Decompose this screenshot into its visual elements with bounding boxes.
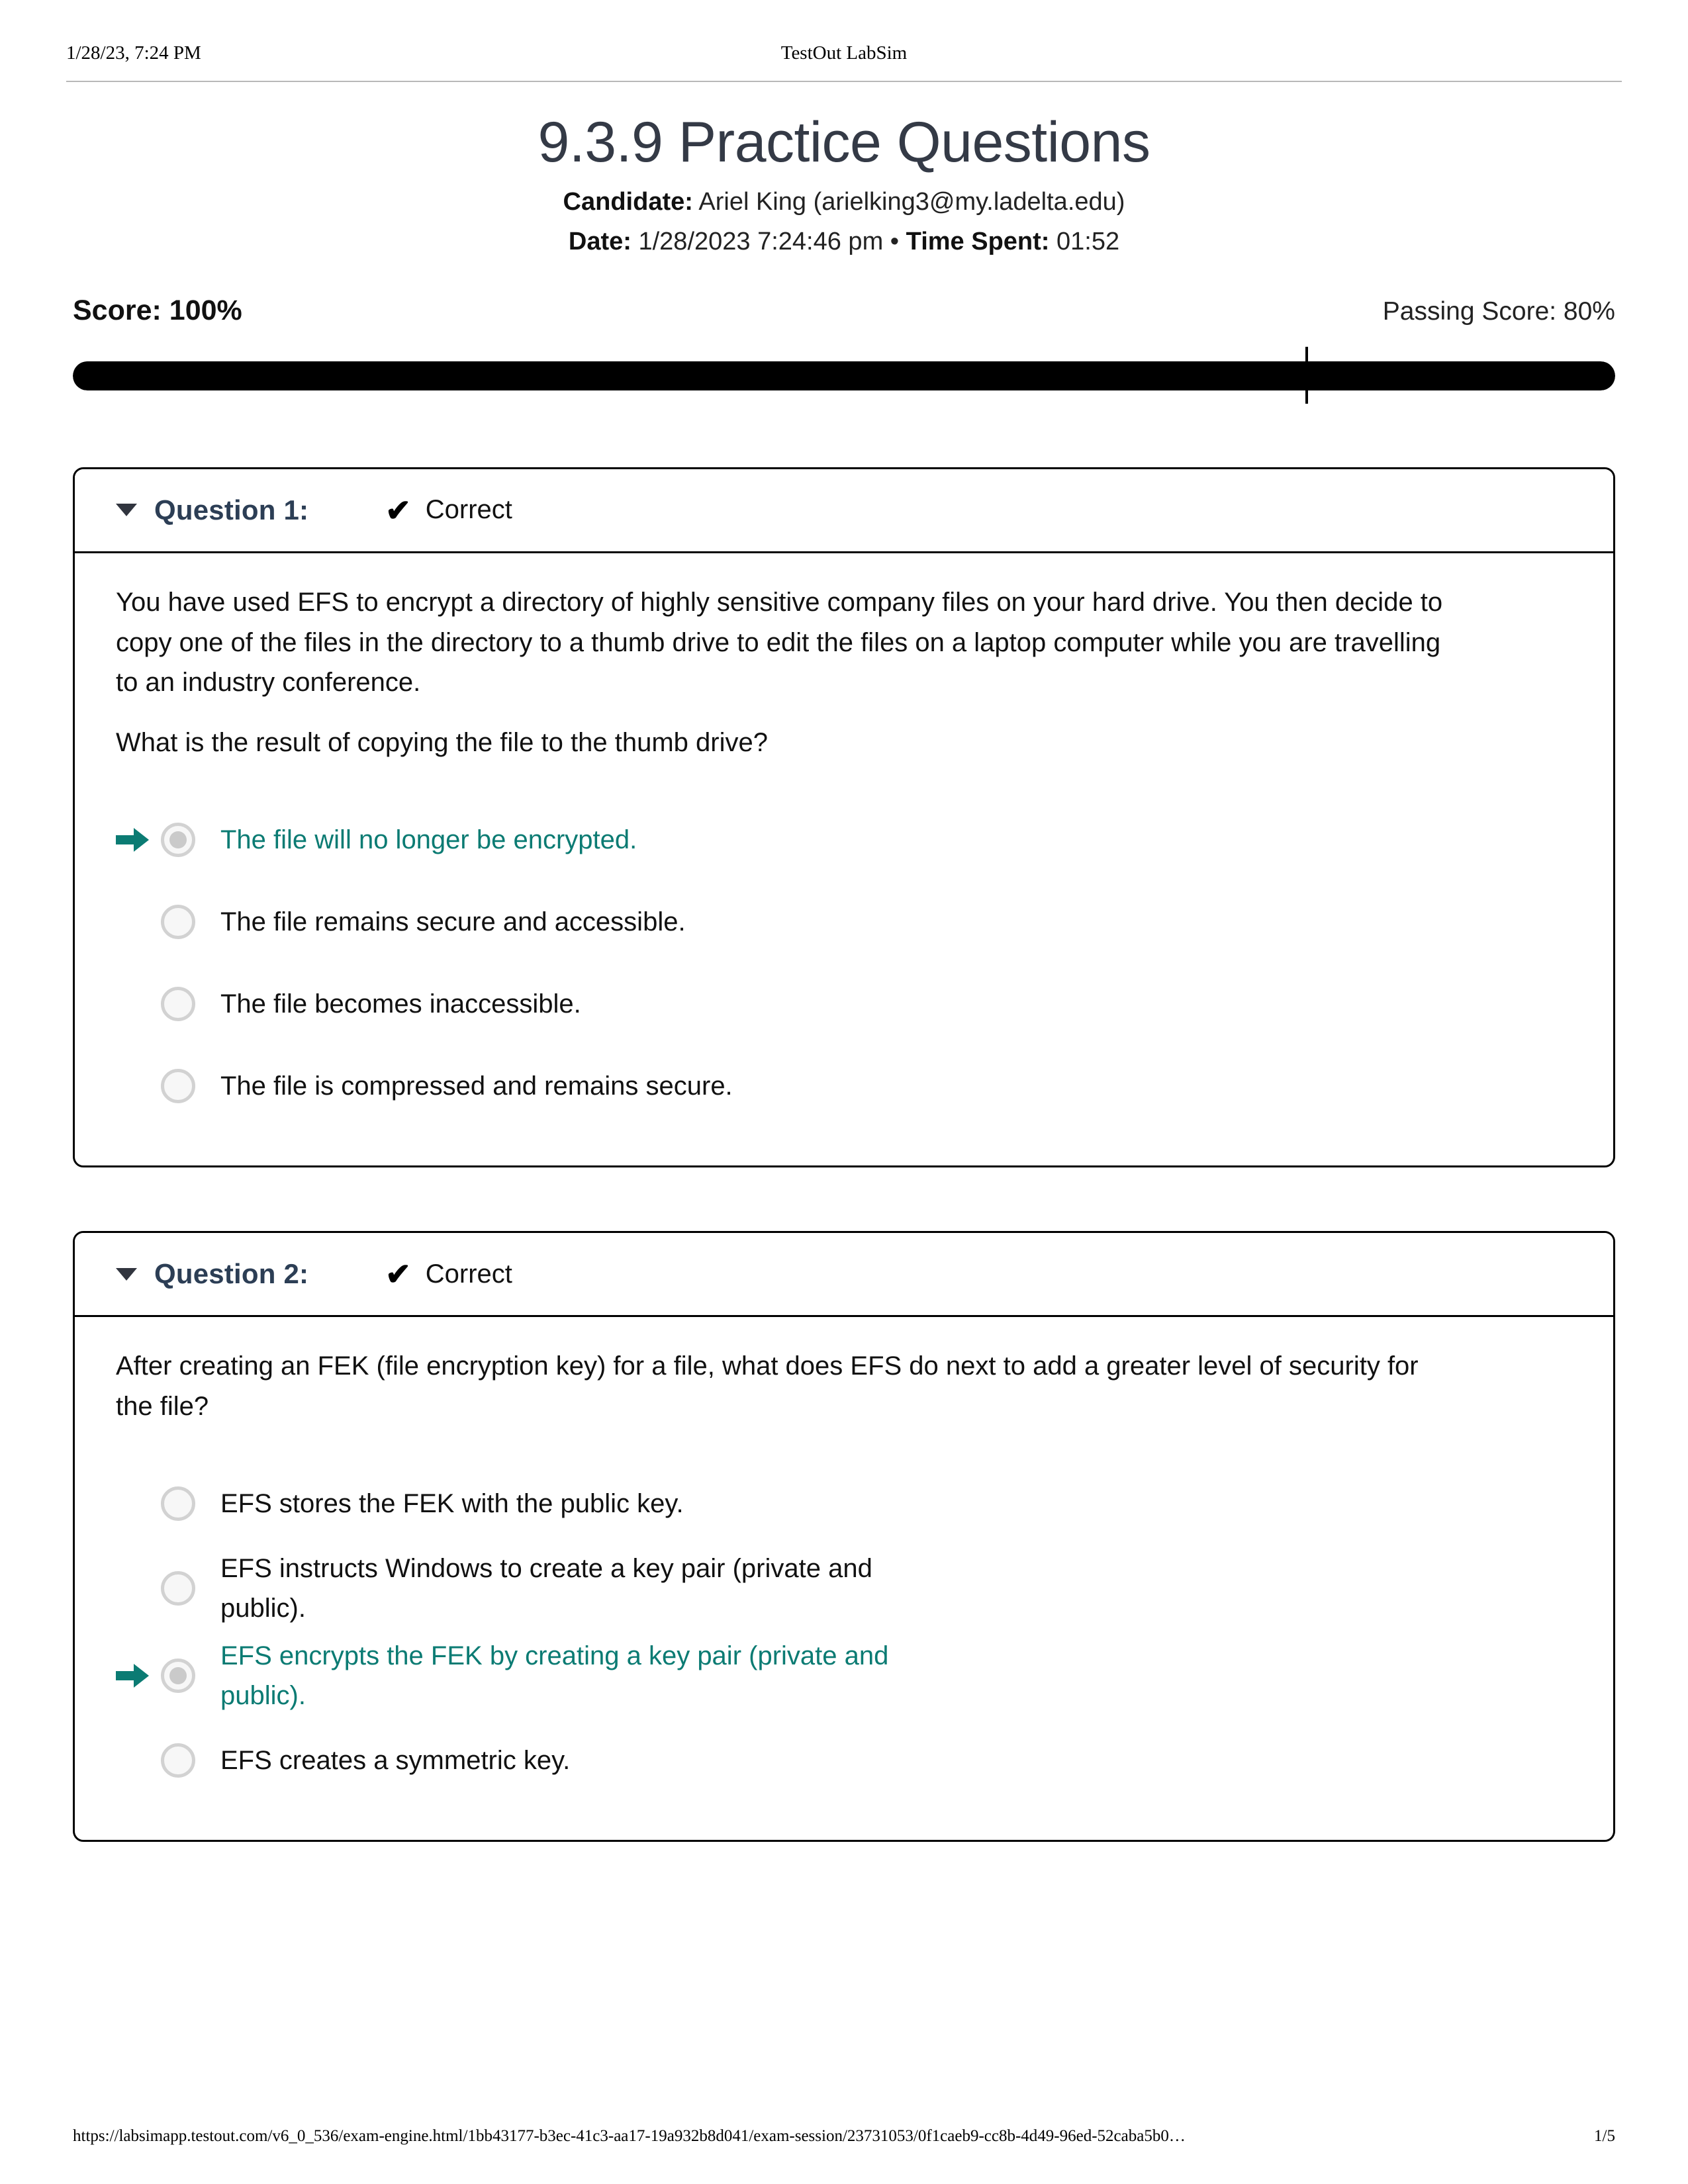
answer-option-label: EFS creates a symmetric key. [220,1745,571,1775]
meta-separator: • [890,227,900,255]
check-icon: ✔ [385,492,411,527]
radio-button[interactable] [161,1743,195,1778]
answer-option[interactable]: EFS stores the FEK with the public key. [116,1463,1572,1545]
question-status-text: Correct [425,495,512,525]
question-status: ✔ Correct [385,1259,512,1289]
check-icon: ✔ [385,1257,411,1292]
answer-option-label: The file will no longer be encrypted. [220,825,637,855]
radio-button[interactable] [161,905,195,940]
time-spent-value: 01:52 [1056,227,1120,255]
answer-options: The file will no longer be encrypted. The… [116,799,1572,1127]
questions-list: Question 1: ✔ Correct You have used EFS to … [73,467,1615,1842]
question-status: ✔ Correct [385,495,512,525]
page-title: 9.3.9 Practice Questions [538,111,1150,174]
answer-option[interactable]: The file remains secure and accessible. [116,881,1572,963]
footer-page-number: 1/5 [1594,2127,1615,2145]
radio-button-selected[interactable] [161,823,195,858]
answer-option-label: EFS instructs Windows to create a key pa… [220,1553,872,1623]
answer-option-label: The file is compressed and remains secur… [220,1071,733,1101]
date-label: Date: [568,227,632,255]
question-body: You have used EFS to encrypt a directory… [75,553,1613,1165]
passing-score: Passing Score: 80% [1382,296,1615,326]
question-header[interactable]: Question 1: ✔ Correct [75,469,1613,553]
score-value: Score: 100% [73,294,242,326]
radio-button-selected[interactable] [161,1658,195,1693]
candidate-value: Ariel King (arielking3@my.ladelta.edu) [698,188,1125,216]
selected-answer-arrow-icon [116,825,161,854]
time-spent-label: Time Spent: [906,227,1050,255]
answer-option-label: The file becomes inaccessible. [220,989,581,1019]
footer-url: https://labsimapp.testout.com/v6_0_536/e… [73,2127,1186,2145]
question-card: Question 1: ✔ Correct You have used EFS to … [73,467,1615,1168]
page-content: 9.3.9 Practice Questions Candidate: Arie… [73,0,1615,1842]
question-label: Question 2: [154,1258,309,1290]
question-text: You have used EFS to encrypt a directory… [116,587,1443,698]
radio-button[interactable] [161,1486,195,1521]
answer-option[interactable]: EFS instructs Windows to create a key pa… [116,1545,1572,1632]
question-card: Question 2: ✔ Correct After creating an FEK… [73,1231,1615,1842]
radio-button[interactable] [161,987,195,1022]
answer-option-label: EFS stores the FEK with the public key. [220,1488,684,1518]
radio-button[interactable] [161,1570,195,1606]
question-text: What is the result of copying the file t… [116,728,768,758]
caret-down-icon[interactable] [116,1267,137,1281]
answer-option[interactable]: The file is compressed and remains secur… [116,1045,1572,1127]
question-status-text: Correct [425,1259,512,1289]
candidate-line: Candidate: Ariel King (arielking3@my.lad… [73,185,1615,219]
question-header[interactable]: Question 2: ✔ Correct [75,1233,1613,1318]
question-label: Question 1: [154,494,309,525]
question-body: After creating an FEK (file encryption k… [75,1317,1613,1840]
score-progress-bar [73,346,1615,404]
passing-score-marker [1305,346,1308,404]
question-text: After creating an FEK (file encryption k… [116,1351,1419,1421]
answer-option[interactable]: The file will no longer be encrypted. [116,799,1572,881]
caret-down-icon[interactable] [116,504,137,517]
date-value: 1/28/2023 7:24:46 pm [638,227,884,255]
candidate-label: Candidate: [563,188,693,216]
answer-options: EFS stores the FEK with the public key. E… [116,1463,1572,1801]
score-row: Score: 100% Passing Score: 80% [73,295,1615,327]
answer-option[interactable]: The file becomes inaccessible. [116,963,1572,1045]
answer-option-label: EFS encrypts the FEK by creating a key p… [220,1641,889,1710]
radio-button[interactable] [161,1069,195,1104]
answer-option[interactable]: EFS encrypts the FEK by creating a key p… [116,1632,1572,1719]
answer-option-label: The file remains secure and accessible. [220,907,686,937]
progress-fill [73,361,1615,390]
progress-track [73,361,1615,390]
selected-answer-arrow-icon [116,1661,161,1690]
date-line: Date: 1/28/2023 7:24:46 pm • Time Spent:… [73,225,1615,259]
print-footer: https://labsimapp.testout.com/v6_0_536/e… [73,2127,1615,2146]
answer-option[interactable]: EFS creates a symmetric key. [116,1719,1572,1801]
